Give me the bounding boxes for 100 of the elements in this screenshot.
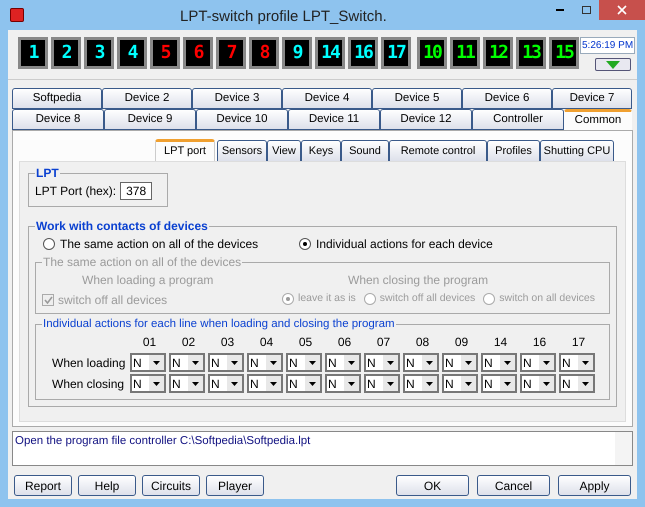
digit-indicator[interactable]: 1 — [28, 44, 38, 62]
dropdown[interactable]: N — [208, 353, 244, 372]
column-header: 14 — [492, 334, 508, 352]
scrollbar[interactable] — [615, 432, 632, 465]
digit-indicator[interactable]: 6 — [194, 44, 202, 62]
tab[interactable]: Remote control — [389, 140, 487, 162]
column-header: 05 — [298, 334, 314, 352]
caret-icon — [348, 360, 355, 365]
column-header: 03 — [220, 334, 236, 352]
action-button[interactable]: Help — [78, 475, 136, 496]
action-button[interactable]: Player — [206, 475, 264, 496]
action-button[interactable]: Circuits — [142, 475, 200, 496]
column-header: 16 — [532, 334, 548, 352]
action-button[interactable]: Apply — [558, 475, 631, 496]
tab[interactable]: Device 9 — [104, 109, 196, 130]
tab[interactable]: Keys — [301, 140, 341, 162]
radio-button[interactable] — [299, 238, 311, 250]
close-icon — [617, 5, 627, 15]
caret-icon — [543, 360, 550, 365]
radio-label: The same action on all of the devices — [60, 236, 258, 253]
tab[interactable]: Device 6 — [462, 88, 552, 109]
dropdown[interactable]: N — [325, 353, 361, 372]
port-field[interactable]: 378 — [120, 182, 152, 200]
tab[interactable]: Device 8 — [12, 109, 104, 130]
tab[interactable]: View — [267, 140, 301, 162]
column-header: 17 — [570, 334, 586, 352]
app-icon — [10, 8, 24, 22]
dropdown[interactable]: N — [559, 353, 595, 372]
tab[interactable]: Controller — [472, 109, 564, 130]
tab[interactable]: Shutting CPU — [540, 140, 614, 162]
action-button[interactable]: OK — [396, 475, 469, 496]
tab[interactable]: Softpedia — [12, 88, 102, 109]
tab[interactable]: Device 2 — [102, 88, 192, 109]
radio-button[interactable] — [43, 238, 55, 250]
tab[interactable]: Device 5 — [372, 88, 462, 109]
action-button[interactable]: Report — [14, 475, 72, 496]
group-title: LPT — [35, 165, 60, 182]
tab[interactable]: Sensors — [217, 140, 267, 162]
caret-icon — [465, 382, 472, 386]
column-header: 07 — [376, 334, 392, 352]
tab[interactable]: Sound — [341, 140, 389, 162]
dropdown[interactable]: N — [247, 353, 283, 372]
dropdown[interactable]: N — [286, 353, 322, 372]
digit-indicator[interactable]: 8 — [260, 44, 268, 62]
window-title: LPT-switch profile LPT_Switch. — [180, 7, 387, 27]
digit-indicator[interactable]: 5 — [160, 44, 170, 62]
column-header: 08 — [414, 334, 430, 352]
dropdown[interactable]: N — [481, 353, 517, 372]
tab[interactable]: Device 4 — [282, 88, 372, 109]
caret-icon — [231, 382, 238, 386]
tab[interactable]: Device 11 — [288, 109, 380, 130]
column-header: 01 — [142, 334, 158, 352]
group-title: Individual actions for each line when loading and closing the program — [42, 317, 396, 332]
tab[interactable]: Common — [564, 109, 632, 130]
dropdown[interactable]: N — [481, 374, 517, 394]
digit-indicator[interactable]: 3 — [94, 44, 104, 62]
dropdown[interactable]: N — [403, 374, 439, 394]
dropdown[interactable]: N — [286, 374, 322, 394]
dropdown[interactable]: N — [520, 374, 556, 394]
caret-icon — [426, 382, 433, 386]
caret-icon — [426, 360, 433, 365]
dropdown[interactable]: N — [442, 353, 478, 372]
caret-icon — [192, 382, 199, 386]
caret-icon — [192, 360, 199, 365]
dropdown[interactable]: N — [364, 374, 400, 394]
tab[interactable]: Device 12 — [380, 109, 472, 130]
tab[interactable]: Profiles — [487, 140, 540, 162]
digit-indicator[interactable]: 9 — [292, 44, 302, 62]
dropdown[interactable]: N — [169, 353, 205, 372]
dropdown[interactable]: N — [325, 374, 361, 394]
caret-icon — [387, 382, 394, 386]
close-button[interactable] — [599, 0, 645, 20]
radio-label: switch on all devices — [499, 291, 596, 306]
dropdown[interactable]: N — [247, 374, 283, 394]
digit-indicator[interactable]: 7 — [226, 44, 236, 62]
row-label: When closing — [51, 376, 126, 393]
column-header: 04 — [258, 334, 274, 352]
dropdown[interactable]: N — [559, 374, 595, 394]
dropdown[interactable]: N — [208, 374, 244, 394]
dropdown[interactable]: N — [130, 374, 166, 394]
checkbox-label: switch off all devices — [58, 292, 168, 309]
dropdown[interactable]: N — [442, 374, 478, 394]
tab[interactable]: Device 10 — [196, 109, 288, 130]
caret-icon — [504, 382, 511, 386]
tab[interactable]: LPT port — [155, 139, 215, 161]
triangle-down-icon — [606, 60, 620, 68]
tab[interactable]: Device 3 — [192, 88, 282, 109]
dropdown[interactable]: N — [130, 353, 166, 372]
dropdown[interactable]: N — [364, 353, 400, 372]
dropdown-button[interactable] — [595, 58, 632, 71]
log-text: Open the program file controller C:\Softpedia\Softpedia.lpt — [14, 434, 312, 449]
dropdown[interactable]: N — [403, 353, 439, 372]
dropdown[interactable]: N — [520, 353, 556, 372]
digit-indicator[interactable]: 2 — [62, 44, 70, 62]
action-button[interactable]: Cancel — [477, 475, 550, 496]
dropdown[interactable]: N — [169, 374, 205, 394]
group-title: Work with contacts of devices — [35, 218, 209, 235]
tab[interactable]: Device 7 — [552, 88, 632, 109]
digit-indicator[interactable]: 4 — [128, 44, 136, 62]
section-label: When closing the program — [348, 272, 490, 289]
